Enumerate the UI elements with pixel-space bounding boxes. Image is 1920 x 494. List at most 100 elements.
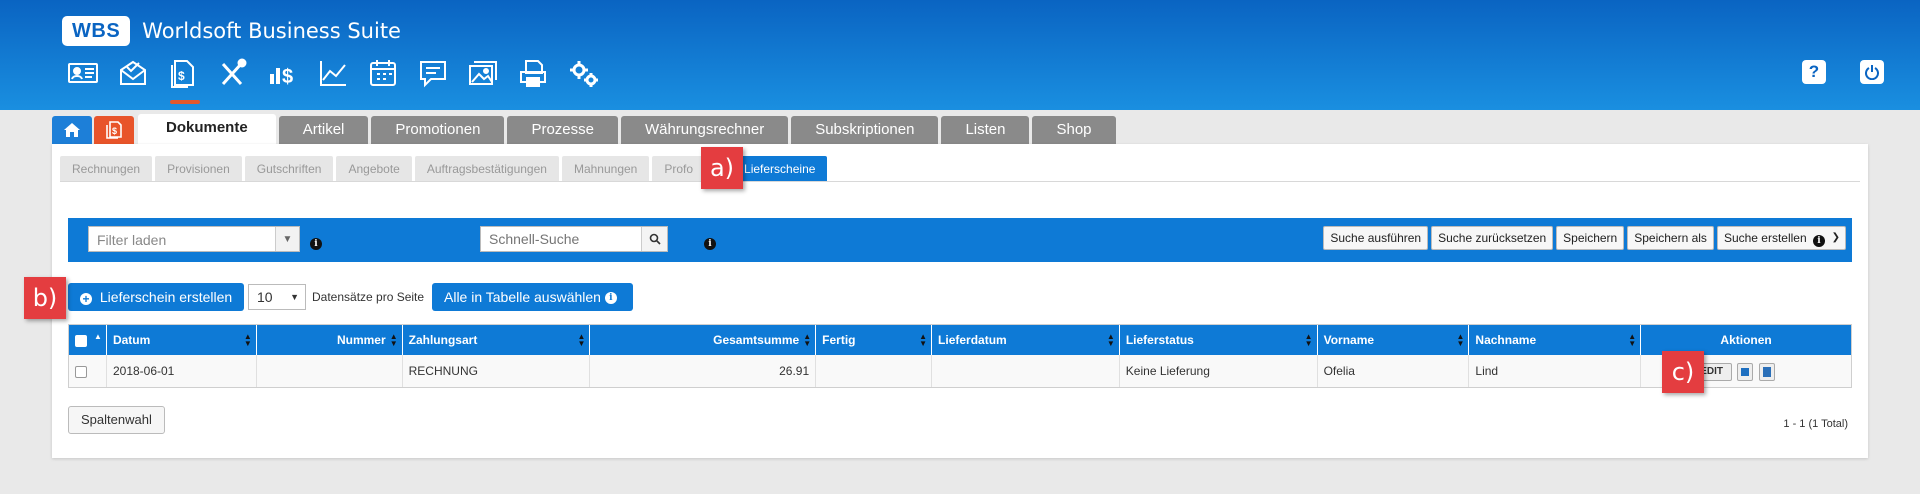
tab-promotionen[interactable]: Promotionen (371, 116, 505, 144)
home-icon (64, 123, 80, 137)
mail-icon[interactable] (108, 58, 158, 98)
svg-text:$: $ (282, 66, 293, 88)
subtab-rechnungen[interactable]: Rechnungen (60, 156, 153, 182)
settings-icon[interactable] (558, 58, 608, 98)
create-search-label: Suche erstellen (1723, 231, 1807, 245)
tab-listen[interactable]: Listen (941, 116, 1030, 144)
sort-icon[interactable]: ▲ (94, 333, 102, 341)
search-button[interactable] (641, 227, 667, 251)
info-icon[interactable]: i (704, 238, 716, 250)
chat-icon[interactable] (408, 58, 458, 98)
tab-waehrungsrechner[interactable]: Währungsrechner (620, 116, 789, 144)
column-header-nachname[interactable]: Nachname ▲ ▼ (1469, 325, 1642, 355)
column-choice-button[interactable]: Spaltenwahl (68, 406, 165, 434)
tab-shop[interactable]: Shop (1032, 116, 1116, 144)
print-icon[interactable] (508, 58, 558, 98)
help-icon[interactable]: ? (1802, 60, 1826, 84)
cell-fertig (816, 355, 933, 387)
svg-text:$: $ (112, 126, 117, 136)
brand[interactable]: WBS Worldsoft Business Suite (62, 16, 401, 46)
info-icon: i (604, 292, 617, 304)
column-label: Nachname (1475, 333, 1537, 347)
filter-load-select[interactable]: Filter laden ▼ (88, 226, 300, 252)
app-name: Worldsoft Business Suite (142, 19, 401, 43)
select-all-checkbox-header[interactable]: ▲ (69, 325, 107, 355)
column-header-zahlungsart[interactable]: Zahlungsart ▲ ▼ (403, 325, 591, 355)
quick-search-input[interactable] (481, 227, 631, 251)
row-checkbox-cell[interactable] (69, 355, 107, 387)
column-header-nummer[interactable]: Nummer ▲ ▼ (257, 325, 403, 355)
images-icon[interactable] (458, 58, 508, 98)
cell-nachname: Lind (1469, 355, 1642, 387)
chevron-down-icon[interactable]: ▼ (275, 227, 299, 251)
statistics-icon[interactable] (308, 58, 358, 98)
action-row: + Lieferschein erstellen 10 ▼ Datensätze… (68, 282, 1852, 312)
column-header-datum[interactable]: Datum ▲ ▼ (107, 325, 257, 355)
cell-vorname: Ofelia (1318, 355, 1470, 387)
callout-b: b) (24, 277, 66, 319)
table-row[interactable]: 2018-06-01 RECHNUNG 26.91 Keine Lieferun… (69, 355, 1851, 387)
run-search-button[interactable]: Suche ausführen (1323, 226, 1429, 250)
info-icon: i (1813, 235, 1825, 247)
subtab-provisionen[interactable]: Provisionen (155, 156, 242, 182)
column-label: Lieferdatum (938, 333, 1007, 347)
calculator-icon[interactable] (1758, 362, 1775, 381)
sort-icon: ▲ ▼ (919, 332, 928, 348)
contacts-icon[interactable] (58, 58, 108, 98)
column-label: Lieferstatus (1125, 333, 1194, 347)
create-lieferschein-button[interactable]: + Lieferschein erstellen (68, 283, 245, 311)
quick-search (480, 226, 668, 252)
column-header-vorname[interactable]: Vorname ▲ ▼ (1318, 325, 1470, 355)
finance-icon[interactable]: $ (258, 58, 308, 98)
cell-lieferstatus: Keine Lieferung (1120, 355, 1318, 387)
documents-icon[interactable]: $ (158, 58, 208, 104)
tab-dokumente[interactable]: Dokumente (138, 114, 276, 144)
info-icon[interactable]: i (310, 238, 322, 250)
plus-circle-icon: + (80, 293, 92, 305)
column-label: Nummer (336, 333, 386, 347)
module-tabs: $ Dokumente Artikel Promotionen Prozesse… (52, 114, 1119, 144)
sort-icon: ▲ ▼ (803, 332, 812, 348)
power-icon[interactable] (1860, 60, 1884, 84)
cell-gesamtsumme: 26.91 (590, 355, 817, 387)
column-label: Zahlungsart (408, 333, 478, 347)
per-page-select[interactable]: 10 ▼ (248, 284, 306, 310)
subtab-mahnungen[interactable]: Mahnungen (561, 156, 650, 182)
per-page-label: Datensätze pro Seite (312, 290, 425, 304)
reset-search-button[interactable]: Suche zurücksetzen (1431, 226, 1554, 250)
subtab-auftragsbestaetigungen[interactable]: Auftragsbestätigungen (414, 156, 559, 182)
svg-text:$: $ (178, 69, 185, 83)
save-as-button[interactable]: Speichern als (1627, 226, 1714, 250)
row-checkbox[interactable] (75, 365, 87, 378)
home-tab[interactable] (52, 116, 92, 144)
tab-prozesse[interactable]: Prozesse (507, 116, 618, 144)
column-header-fertig[interactable]: Fertig ▲ ▼ (816, 325, 933, 355)
copy-icon[interactable] (1737, 362, 1754, 381)
subtab-gutschriften[interactable]: Gutschriften (244, 156, 334, 182)
lieferscheine-table: ▲ Datum ▲ ▼ Nummer ▲ ▼ Zahlungsart ▲ ▼ Gesamts… (68, 324, 1852, 388)
create-lieferschein-label: Lieferschein erstellen (99, 289, 233, 305)
content-panel: Rechnungen Provisionen Gutschriften Ange… (52, 144, 1868, 458)
documents-shortcut-tab[interactable]: $ (94, 116, 134, 144)
tab-subskriptionen[interactable]: Subskriptionen (791, 116, 939, 144)
column-label: Fertig (822, 333, 856, 347)
column-header-gesamtsumme[interactable]: Gesamtsumme ▲ ▼ (590, 325, 817, 355)
tab-artikel[interactable]: Artikel (278, 116, 369, 144)
create-search-button[interactable]: Suche erstellen i ❯ (1716, 226, 1846, 250)
select-all-checkbox[interactable] (75, 334, 87, 347)
subtab-angebote[interactable]: Angebote (336, 156, 412, 182)
column-header-lieferdatum[interactable]: Lieferdatum ▲ ▼ (932, 325, 1120, 355)
table-header: ▲ Datum ▲ ▼ Nummer ▲ ▼ Zahlungsart ▲ ▼ Gesamts… (69, 325, 1851, 355)
per-page-value: 10 (257, 289, 273, 305)
select-all-button[interactable]: Alle in Tabelle auswählen i (432, 283, 633, 311)
filter-bar: Filter laden ▼ i i Suche ausführen Suche… (68, 218, 1852, 262)
header-right-icons: ? (1802, 60, 1884, 84)
calendar-icon[interactable] (358, 58, 408, 98)
caret-down-icon: ▼ (290, 292, 299, 302)
paging-info: 1 - 1 (1 Total) (1783, 418, 1848, 430)
column-header-lieferstatus[interactable]: Lieferstatus ▲ ▼ (1120, 325, 1318, 355)
subtab-lieferscheine[interactable]: Lieferscheine (732, 156, 828, 182)
save-button[interactable]: Speichern (1556, 226, 1625, 250)
callout-a: a) (701, 147, 743, 189)
tools-icon[interactable] (208, 58, 258, 98)
